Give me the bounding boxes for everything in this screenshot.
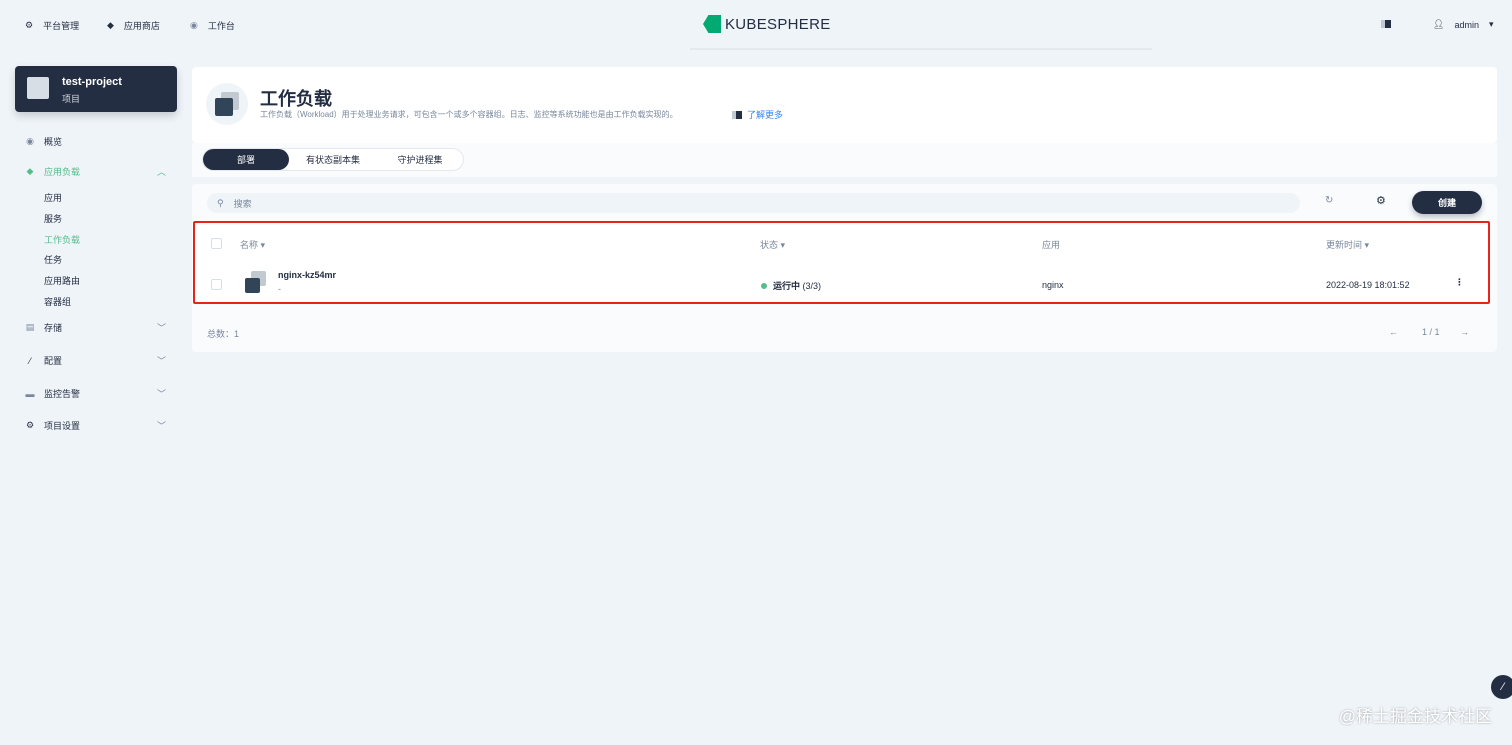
overview-icon: ◉ bbox=[26, 136, 34, 146]
more-actions-icon[interactable]: ⋮ bbox=[1455, 277, 1464, 288]
watermark: @稀土掘金技术社区 bbox=[1338, 707, 1492, 726]
column-updated[interactable]: 更新时间 ▾ bbox=[1326, 238, 1369, 251]
gear-icon: ⚙ bbox=[25, 420, 35, 430]
top-nav: ⚙ 平台管理 ◆ 应用商店 ◉ 工作台 KUBESPHERE 👤︎ admin ▾ bbox=[0, 0, 1512, 50]
workload-icon bbox=[206, 83, 248, 125]
chevron-down-icon: ﹀ bbox=[157, 421, 167, 431]
toolbox-button[interactable]: ⁄ bbox=[1491, 675, 1512, 699]
sidebar-item-config[interactable]: ⁄ 配置 ﹀ bbox=[25, 354, 166, 367]
column-name[interactable]: 名称 ▾ bbox=[240, 238, 265, 251]
user-icon: 👤︎ bbox=[1433, 19, 1445, 29]
caret-down-icon: ▾ bbox=[1488, 19, 1494, 29]
monitor-icon: ▬ bbox=[25, 388, 35, 399]
gear-icon: ⚙ bbox=[25, 20, 34, 30]
row-checkbox[interactable] bbox=[211, 279, 222, 290]
search-icon: ⚲ bbox=[217, 197, 224, 208]
tab-daemonsets[interactable]: 守护进程集 bbox=[377, 149, 463, 170]
tab-statefulsets[interactable]: 有状态副本集 bbox=[289, 149, 377, 170]
sidebar-sub-jobs[interactable]: 任务 bbox=[44, 253, 62, 266]
nav-platform[interactable]: ⚙ 平台管理 bbox=[25, 19, 79, 32]
sidebar-item-workloads[interactable]: ◆ 应用负载 ︿ bbox=[25, 165, 166, 178]
sidebar-item-overview[interactable]: ◉ 概览 bbox=[25, 135, 62, 148]
tab-deployments[interactable]: 部署 bbox=[203, 149, 289, 170]
sidebar-sub-apps[interactable]: 应用 bbox=[44, 191, 62, 204]
column-app: 应用 bbox=[1042, 240, 1061, 250]
layers-icon: ◆ bbox=[107, 20, 114, 30]
learn-more-link[interactable]: 了解更多 bbox=[732, 108, 783, 121]
page-indicator: 1 / 1 bbox=[1422, 327, 1440, 337]
book-icon bbox=[732, 110, 742, 119]
nav-app-store[interactable]: ◆ 应用商店 bbox=[107, 19, 160, 32]
total-count: 总数：1 bbox=[207, 329, 240, 339]
gear-icon[interactable]: ⚙ bbox=[1376, 194, 1386, 207]
column-status[interactable]: 状态 ▾ bbox=[760, 238, 785, 251]
status-badge: 运行中 (3/3) bbox=[761, 279, 821, 292]
sidebar-sub-services[interactable]: 服务 bbox=[44, 212, 62, 225]
dashboard-icon: ◉ bbox=[190, 20, 198, 30]
hammer-icon: ⁄ bbox=[1502, 681, 1504, 693]
workload-table: 名称 ▾ 状态 ▾ 应用 更新时间 ▾ nginx-kz54mr - 运行中 (… bbox=[193, 221, 1490, 304]
logo[interactable]: KUBESPHERE bbox=[703, 15, 831, 33]
tab-bar: 部署 有状态副本集 守护进程集 bbox=[192, 143, 1497, 177]
chevron-down-icon: ﹀ bbox=[157, 323, 167, 333]
create-button[interactable]: 创建 bbox=[1412, 191, 1482, 214]
user-menu[interactable]: 👤︎ admin ▾ bbox=[1433, 19, 1493, 30]
sidebar-item-settings[interactable]: ⚙ 项目设置 ﹀ bbox=[25, 419, 166, 432]
chevron-down-icon: ﹀ bbox=[157, 389, 167, 399]
select-all-checkbox[interactable] bbox=[211, 238, 222, 249]
storage-icon: ▤ bbox=[25, 322, 35, 332]
chevron-down-icon: ﹀ bbox=[157, 356, 167, 366]
refresh-icon[interactable]: ↻ bbox=[1325, 195, 1333, 206]
layers-icon: ◆ bbox=[26, 166, 34, 176]
status-dot-icon bbox=[761, 283, 767, 289]
workload-name-link[interactable]: nginx-kz54mr bbox=[278, 270, 336, 280]
page-description: 工作负载（Workload）用于处理业务请求，可包含一个或多个容器组。日志、监控… bbox=[260, 110, 678, 119]
sidebar-sub-workloads[interactable]: 工作负载 bbox=[44, 233, 80, 246]
sidebar-item-monitoring[interactable]: ▬ 监控告警 ﹀ bbox=[25, 387, 167, 400]
kubesphere-logo-icon bbox=[703, 15, 721, 33]
chevron-up-icon: ︿ bbox=[157, 167, 167, 177]
project-card[interactable]: test-project 项目 bbox=[15, 66, 177, 112]
docs-icon[interactable] bbox=[1381, 20, 1391, 28]
next-page-icon[interactable]: → bbox=[1460, 327, 1469, 337]
page-title: 工作负载 bbox=[260, 89, 332, 109]
divider bbox=[690, 48, 1152, 50]
project-icon bbox=[27, 77, 49, 99]
deployment-icon bbox=[242, 271, 268, 297]
nav-workbench[interactable]: ◉ 工作台 bbox=[190, 19, 235, 32]
workload-list: ⚲ 搜索 ↻ ⚙ 创建 名称 ▾ 状态 ▾ 应用 更新时间 ▾ nginx-kz5… bbox=[192, 184, 1497, 352]
sidebar-sub-pods[interactable]: 容器组 bbox=[44, 295, 71, 308]
sidebar-sub-ingress[interactable]: 应用路由 bbox=[44, 274, 80, 287]
page-header: 工作负载 工作负载（Workload）用于处理业务请求，可包含一个或多个容器组。… bbox=[192, 67, 1497, 143]
sidebar-item-storage[interactable]: ▤ 存储 ﹀ bbox=[25, 321, 166, 334]
prev-page-icon[interactable]: ← bbox=[1389, 327, 1398, 337]
search-input[interactable]: ⚲ 搜索 bbox=[207, 193, 1300, 213]
hammer-icon: ⁄ bbox=[29, 355, 31, 366]
